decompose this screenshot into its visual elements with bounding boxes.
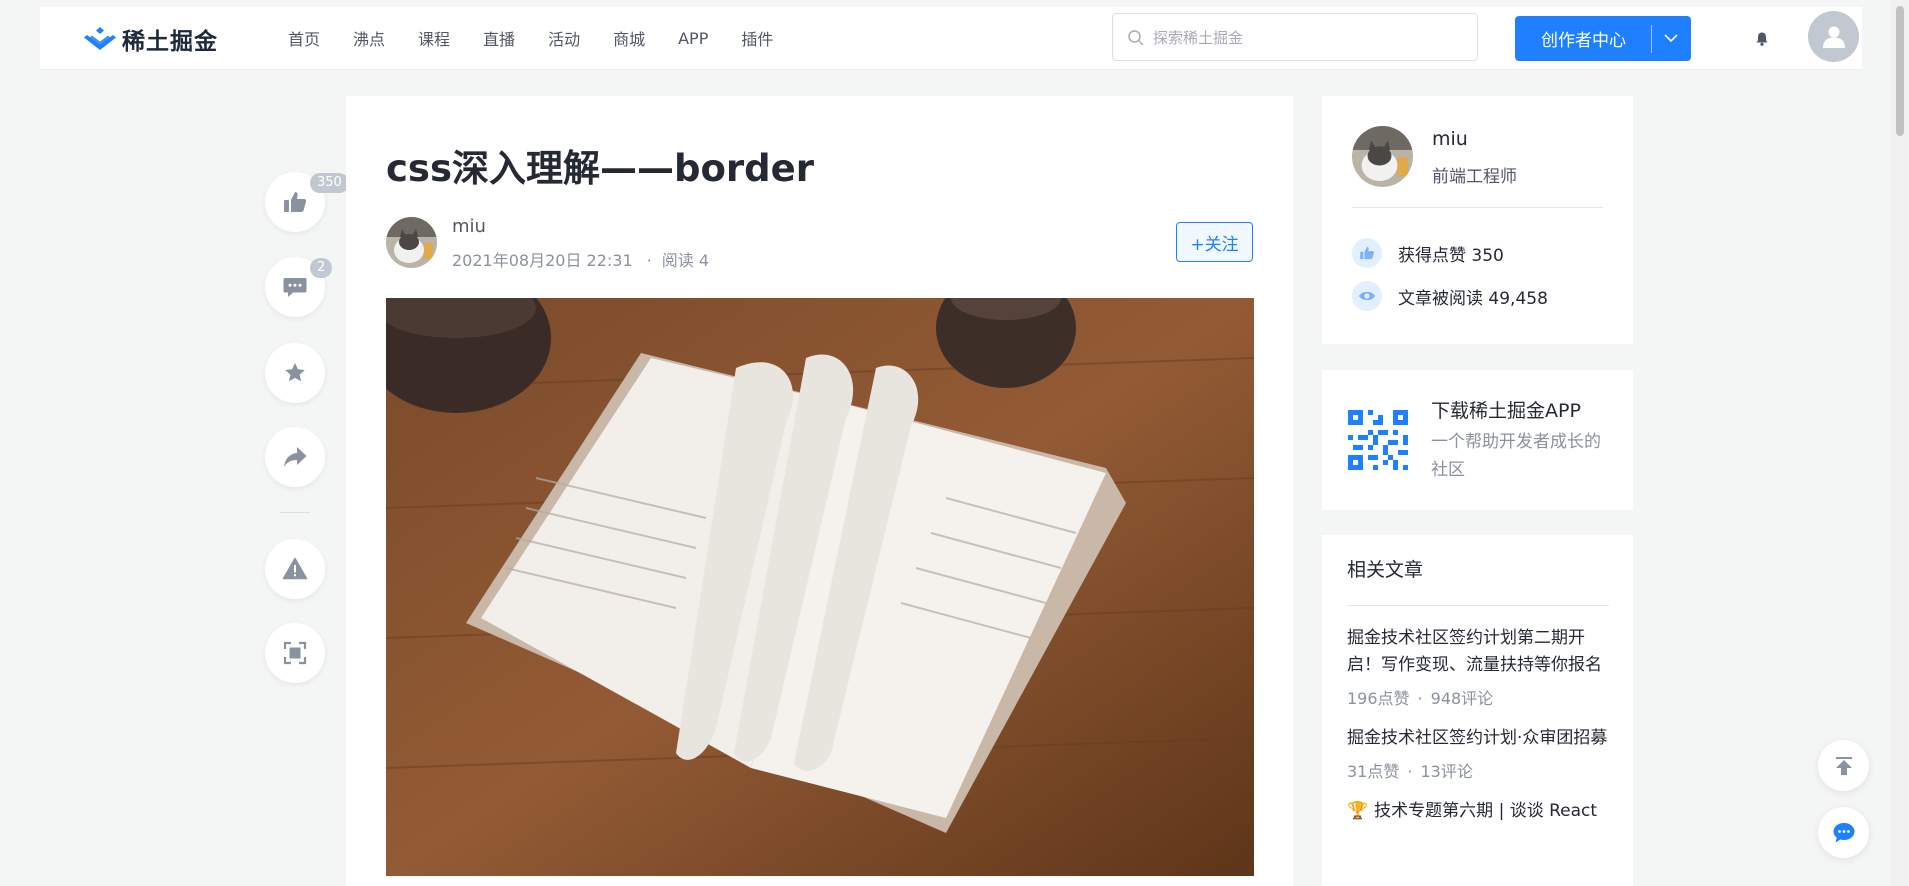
nav-item-pins[interactable]: 沸点 bbox=[353, 26, 385, 50]
download-app-desc: 一个帮助开发者成长的社区 bbox=[1431, 432, 1601, 480]
related-item[interactable]: 🏆 技术专题第六期 | 谈谈 React bbox=[1347, 798, 1609, 825]
card-divider bbox=[1352, 207, 1603, 208]
related-item-meta: 31点赞 · 13评论 bbox=[1347, 758, 1609, 782]
author-avatar[interactable] bbox=[386, 217, 437, 268]
logo-icon bbox=[84, 27, 116, 50]
related-item-likes: 196点赞 bbox=[1347, 689, 1410, 708]
publish-date: 2021年08月20日 22:31 bbox=[452, 251, 633, 270]
meta-separator: · bbox=[1417, 689, 1423, 708]
likes-stat-text: 获得点赞 350 bbox=[1398, 245, 1504, 266]
warning-icon bbox=[282, 557, 308, 580]
related-item[interactable]: 掘金技术社区签约计划·众审团招募 31点赞 · 13评论 bbox=[1347, 725, 1609, 782]
likes-stat: 获得点赞 350 bbox=[1352, 238, 1504, 268]
article-panel: css深入理解——border miu 2021年08月20日 22:31 · 阅读… bbox=[346, 96, 1293, 886]
reads-stat-text: 文章被阅读 49,458 bbox=[1398, 288, 1548, 309]
eye-icon bbox=[1352, 281, 1382, 311]
nav-item-events[interactable]: 活动 bbox=[548, 26, 580, 50]
creator-center-button[interactable]: 创作者中心 bbox=[1515, 16, 1691, 61]
user-avatar[interactable] bbox=[1808, 11, 1859, 62]
related-item-comments: 948评论 bbox=[1430, 689, 1494, 708]
related-item-title-row[interactable]: 🏆 技术专题第六期 | 谈谈 React bbox=[1347, 798, 1609, 825]
cat-avatar-image bbox=[1352, 126, 1413, 187]
related-item-title[interactable]: 掘金技术社区签约计划·众审团招募 bbox=[1347, 725, 1609, 752]
main-nav: 首页 沸点 课程 直播 活动 商城 APP 插件 bbox=[288, 7, 806, 69]
nav-item-plugins[interactable]: 插件 bbox=[741, 26, 773, 50]
related-item-comments: 13评论 bbox=[1420, 762, 1473, 781]
nav-item-live[interactable]: 直播 bbox=[483, 26, 515, 50]
search-box[interactable] bbox=[1112, 13, 1478, 61]
chevron-down-icon[interactable] bbox=[1651, 34, 1691, 43]
comment-icon bbox=[283, 278, 307, 297]
sidebar-author-avatar[interactable] bbox=[1352, 126, 1413, 187]
related-list: 掘金技术社区签约计划第二期开启！写作变现、流量扶持等你报名 196点赞 · 948评… bbox=[1347, 625, 1609, 841]
chat-button[interactable] bbox=[1818, 807, 1869, 858]
sidebar-author-name[interactable]: miu bbox=[1432, 128, 1468, 150]
nav-item-shop[interactable]: 商城 bbox=[613, 26, 645, 50]
fullscreen-icon bbox=[283, 641, 307, 665]
article-title: css深入理解——border bbox=[386, 147, 814, 190]
related-item-likes: 31点赞 bbox=[1347, 762, 1400, 781]
read-count: 阅读 4 bbox=[661, 251, 710, 270]
sidebar-author-title: 前端工程师 bbox=[1432, 167, 1517, 187]
related-articles-card: 相关文章 掘金技术社区签约计划第二期开启！写作变现、流量扶持等你报名 196点赞… bbox=[1322, 535, 1633, 886]
user-icon bbox=[1822, 26, 1845, 48]
top-header: 稀土掘金 首页 沸点 课程 直播 活动 商城 APP 插件 创作者中心 bbox=[40, 7, 1862, 70]
site-logo[interactable]: 稀土掘金 bbox=[82, 23, 218, 55]
download-app-title: 下载稀土掘金APP bbox=[1431, 400, 1581, 422]
reads-stat: 文章被阅读 49,458 bbox=[1352, 281, 1548, 311]
nav-item-home[interactable]: 首页 bbox=[288, 26, 320, 50]
download-app-card[interactable]: 下载稀土掘金APP 一个帮助开发者成长的社区 bbox=[1322, 370, 1633, 510]
author-name[interactable]: miu bbox=[452, 216, 486, 237]
follow-button[interactable]: +关注 bbox=[1176, 222, 1253, 262]
back-to-top-icon bbox=[1835, 756, 1852, 775]
bell-icon[interactable] bbox=[1754, 31, 1770, 47]
related-item[interactable]: 掘金技术社区签约计划第二期开启！写作变现、流量扶持等你报名 196点赞 · 948评… bbox=[1347, 625, 1609, 709]
star-icon bbox=[285, 363, 305, 382]
cover-image bbox=[386, 298, 1254, 876]
collect-button[interactable] bbox=[265, 343, 325, 403]
related-item-meta: 196点赞 · 948评论 bbox=[1347, 685, 1609, 709]
author-card: miu 前端工程师 获得点赞 350 文章被阅读 49,458 bbox=[1322, 96, 1633, 344]
meta-separator: · bbox=[1407, 762, 1413, 781]
open-book-photo bbox=[386, 298, 1254, 876]
nav-item-courses[interactable]: 课程 bbox=[418, 26, 450, 50]
comment-count-badge: 2 bbox=[310, 258, 333, 278]
cat-avatar-image bbox=[386, 217, 437, 268]
share-icon bbox=[284, 447, 307, 467]
back-to-top-button[interactable] bbox=[1818, 740, 1869, 791]
creator-center-label: 创作者中心 bbox=[1541, 31, 1626, 51]
chat-icon bbox=[1833, 822, 1854, 842]
search-icon bbox=[1128, 30, 1144, 46]
related-item-title[interactable]: 技术专题第六期 | 谈谈 React bbox=[1374, 801, 1597, 821]
thumbs-up-icon bbox=[1352, 238, 1382, 268]
card-divider bbox=[1347, 605, 1609, 606]
meta-separator: · bbox=[646, 251, 652, 270]
search-input[interactable] bbox=[1151, 22, 1465, 54]
logo-text: 稀土掘金 bbox=[122, 29, 218, 55]
like-count-badge: 350 bbox=[310, 173, 349, 193]
scrollbar-thumb[interactable] bbox=[1896, 6, 1904, 136]
qr-code-icon bbox=[1348, 410, 1408, 470]
report-button[interactable] bbox=[265, 539, 325, 599]
fullscreen-button[interactable] bbox=[265, 623, 325, 683]
share-button[interactable] bbox=[265, 427, 325, 487]
thumbs-up-icon bbox=[284, 192, 307, 212]
related-item-title[interactable]: 掘金技术社区签约计划第二期开启！写作变现、流量扶持等你报名 bbox=[1347, 625, 1609, 679]
nav-item-app[interactable]: APP bbox=[678, 29, 708, 48]
related-heading: 相关文章 bbox=[1347, 559, 1424, 581]
trophy-icon: 🏆 bbox=[1347, 801, 1369, 821]
action-divider bbox=[280, 512, 310, 513]
article-meta: 2021年08月20日 22:31 · 阅读 4 bbox=[452, 247, 709, 271]
